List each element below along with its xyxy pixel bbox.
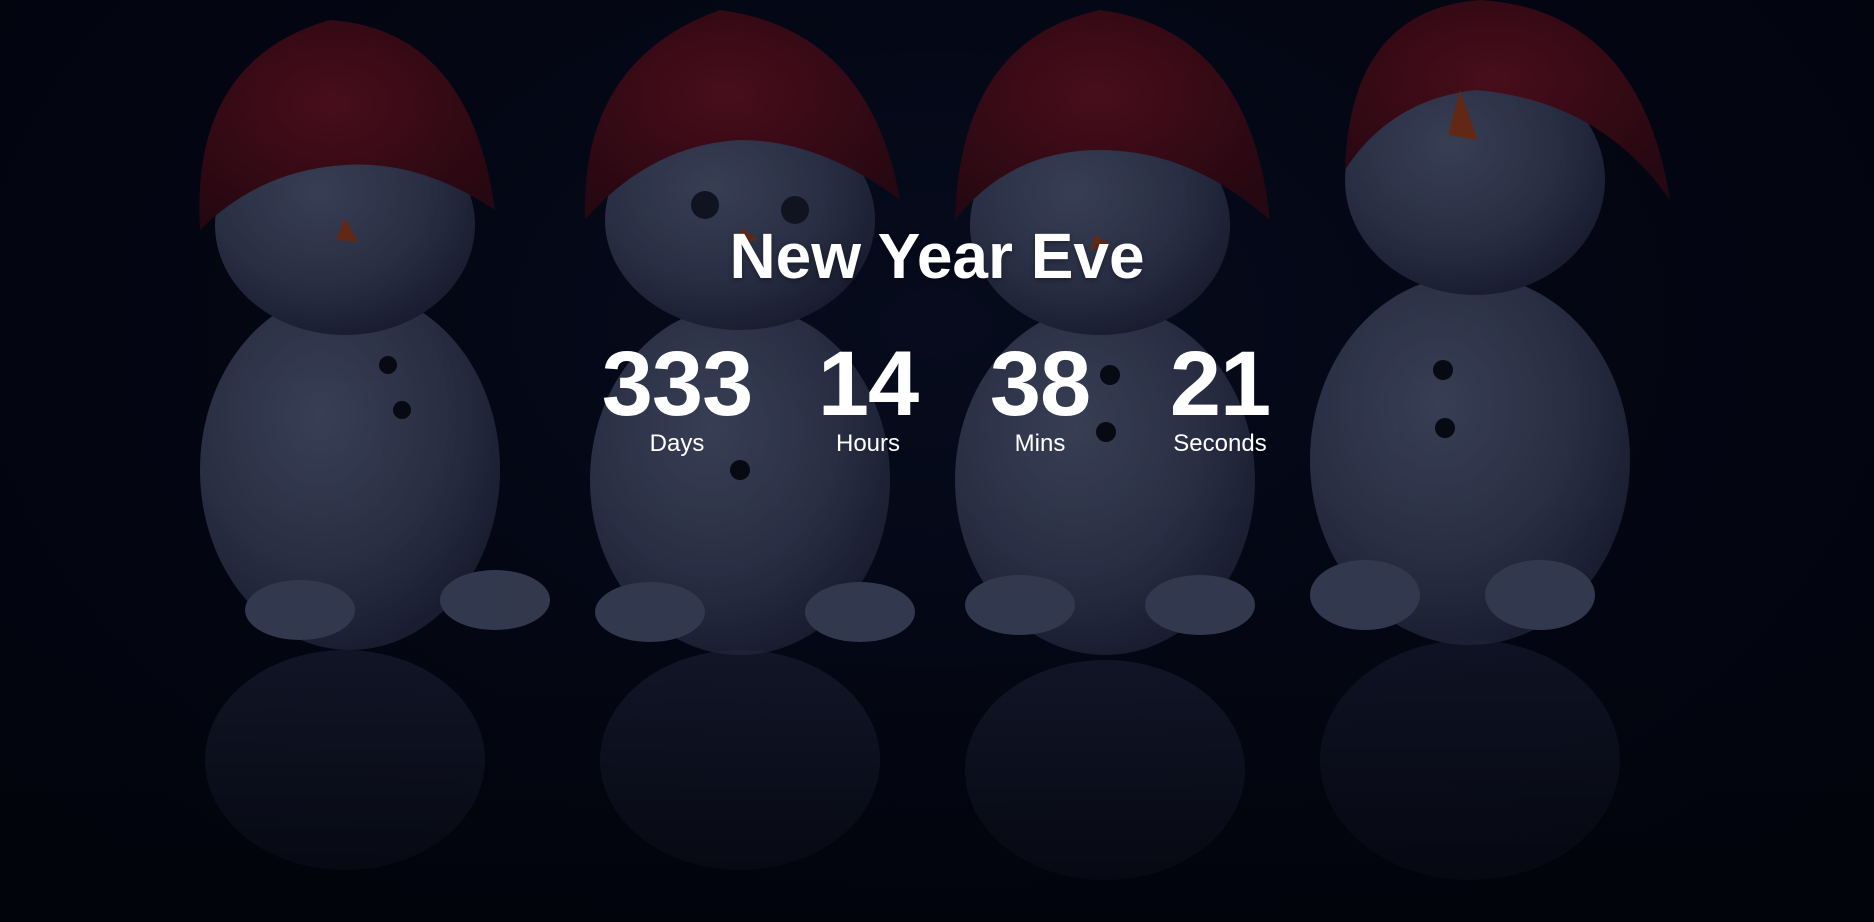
countdown-timer: 333 Days 14 Hours 38 Mins 21 Seconds xyxy=(592,338,1282,468)
page-title: New Year Eve xyxy=(729,220,1145,292)
countdown-mins: 38 Mins xyxy=(984,338,1096,458)
countdown-hours: 14 Hours xyxy=(810,338,926,458)
hours-value: 14 xyxy=(817,333,919,435)
mins-value: 38 xyxy=(989,333,1091,435)
countdown-page: New Year Eve 333 Days 14 Hours 38 Mins 2… xyxy=(0,0,1874,922)
countdown-seconds: 21 Seconds xyxy=(1158,338,1282,458)
seconds-label: Seconds xyxy=(1173,430,1267,457)
countdown-days: 333 Days xyxy=(592,338,762,458)
days-value: 333 xyxy=(601,333,754,435)
seconds-value: 21 xyxy=(1169,333,1271,435)
